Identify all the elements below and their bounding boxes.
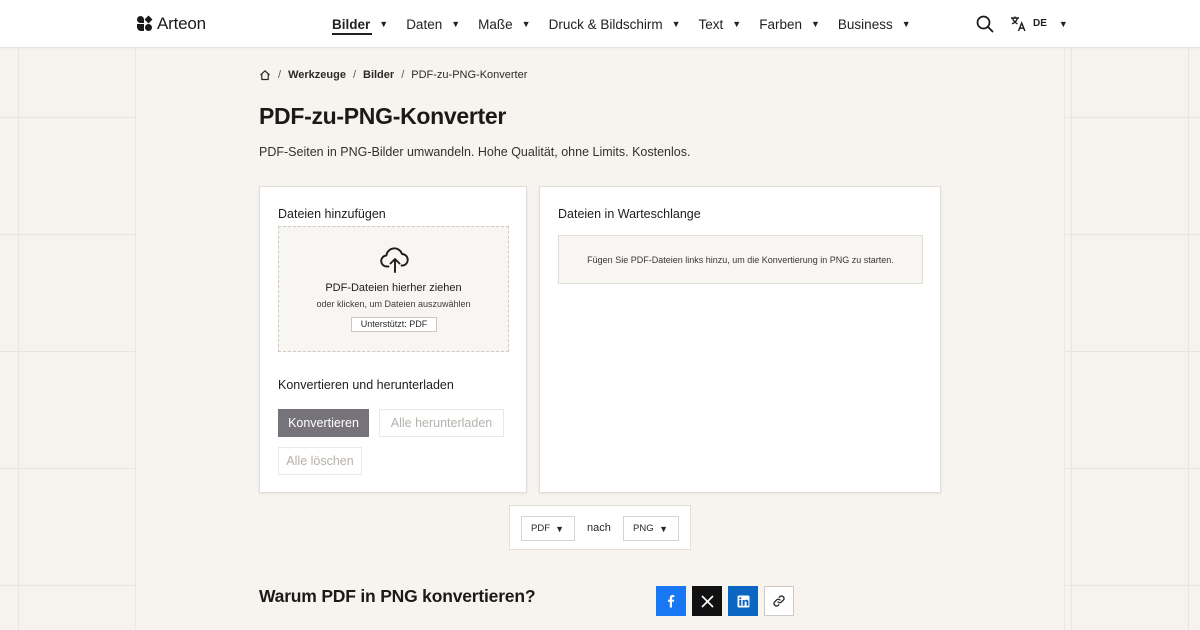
dropzone-subtitle: oder klicken, um Dateien auszuwählen: [316, 299, 471, 309]
chevron-down-icon: ▼: [659, 523, 668, 534]
nav-item-farben[interactable]: Farben ▼: [759, 0, 820, 48]
nav-item-label: Daten: [406, 16, 443, 32]
chevron-down-icon: ▼: [521, 19, 531, 29]
nav-item-text[interactable]: Text ▼: [699, 0, 742, 48]
brand-name: Arteon: [157, 14, 206, 33]
facebook-icon: [668, 595, 675, 608]
home-icon[interactable]: [259, 69, 271, 81]
top-navigation-bar: Arteon Bilder ▼ Daten ▼ Maße ▼ Druck & B…: [0, 0, 1200, 48]
link-icon: [773, 595, 785, 607]
nav-item-label: Farben: [759, 16, 802, 32]
add-files-heading: Dateien hinzufügen: [278, 207, 386, 221]
download-all-button[interactable]: Alle herunterladen: [379, 409, 504, 437]
dropzone-title: PDF-Dateien hierher ziehen: [325, 282, 462, 294]
language-selector[interactable]: DE ▼: [1010, 15, 1068, 32]
linkedin-icon: [737, 595, 749, 607]
format-selector: PDF ▼ nach PNG ▼: [509, 505, 691, 550]
share-x-button[interactable]: [692, 586, 722, 616]
nav-item-label: Text: [698, 16, 724, 32]
target-format-value: PNG: [633, 523, 654, 534]
nav-item-daten[interactable]: Daten ▼: [406, 0, 460, 48]
convert-download-heading: Konvertieren und herunterladen: [278, 378, 454, 392]
x-icon: [700, 594, 714, 608]
breadcrumb-werkzeuge[interactable]: Werkzeuge: [288, 69, 346, 81]
share-linkedin-button[interactable]: [728, 586, 758, 616]
nav-item-label: Maße: [478, 16, 513, 32]
search-icon[interactable]: [976, 15, 994, 33]
cloud-upload-icon: [380, 247, 409, 273]
add-files-card: Dateien hinzufügen PDF-Dateien hierher z…: [259, 186, 527, 493]
breadcrumb-separator: /: [352, 69, 356, 81]
page-subtitle: PDF-Seiten in PNG-Bilder umwandeln. Hohe…: [259, 145, 691, 159]
page-title: PDF-zu-PNG-Konverter: [259, 103, 507, 129]
translate-icon: [1011, 16, 1026, 32]
breadcrumb: / Werkzeuge / Bilder / PDF-zu-PNG-Konver…: [259, 69, 527, 81]
logo-icon: [137, 15, 153, 32]
format-connector: nach: [587, 522, 611, 534]
source-format-select[interactable]: PDF ▼: [521, 516, 575, 541]
queue-card: Dateien in Warteschlange Fügen Sie PDF-D…: [539, 186, 941, 493]
chevron-down-icon: ▼: [1058, 18, 1068, 29]
source-format-value: PDF: [531, 523, 550, 534]
main-navigation: Bilder ▼ Daten ▼ Maße ▼ Druck & Bildschi…: [332, 0, 929, 48]
nav-item-masse[interactable]: Maße ▼: [478, 0, 530, 48]
breadcrumb-separator: /: [278, 69, 282, 81]
brand-logo[interactable]: Arteon: [137, 14, 206, 34]
clear-all-button[interactable]: Alle löschen: [278, 447, 362, 475]
chevron-down-icon: ▼: [555, 523, 564, 534]
supported-formats-badge: Unterstützt: PDF: [351, 317, 437, 332]
target-format-select[interactable]: PNG ▼: [623, 516, 679, 541]
file-dropzone[interactable]: PDF-Dateien hierher ziehen oder klicken,…: [278, 226, 509, 352]
why-heading: Warum PDF in PNG konvertieren?: [259, 586, 536, 606]
chevron-down-icon: ▼: [811, 19, 820, 29]
chevron-down-icon: ▼: [671, 19, 681, 29]
nav-item-label: Druck & Bildschirm: [548, 16, 663, 32]
language-code: DE: [1033, 18, 1047, 29]
chevron-down-icon: ▼: [379, 19, 389, 29]
chevron-down-icon: ▼: [732, 19, 742, 29]
queue-heading: Dateien in Warteschlange: [558, 207, 701, 221]
nav-item-druck-bildschirm[interactable]: Druck & Bildschirm ▼: [549, 0, 681, 48]
nav-item-bilder[interactable]: Bilder ▼: [332, 0, 388, 48]
nav-item-label: Bilder: [332, 16, 371, 32]
nav-item-business[interactable]: Business ▼: [838, 0, 911, 48]
copy-link-button[interactable]: [764, 586, 794, 616]
breadcrumb-bilder[interactable]: Bilder: [363, 69, 394, 81]
breadcrumb-separator: /: [401, 69, 405, 81]
nav-item-label: Business: [837, 16, 893, 32]
convert-button[interactable]: Konvertieren: [278, 409, 369, 437]
chevron-down-icon: ▼: [451, 19, 461, 29]
chevron-down-icon: ▼: [901, 19, 911, 29]
queue-empty-message: Fügen Sie PDF-Dateien links hinzu, um di…: [558, 235, 923, 284]
share-facebook-button[interactable]: [656, 586, 686, 616]
breadcrumb-current: PDF-zu-PNG-Konverter: [411, 69, 528, 81]
